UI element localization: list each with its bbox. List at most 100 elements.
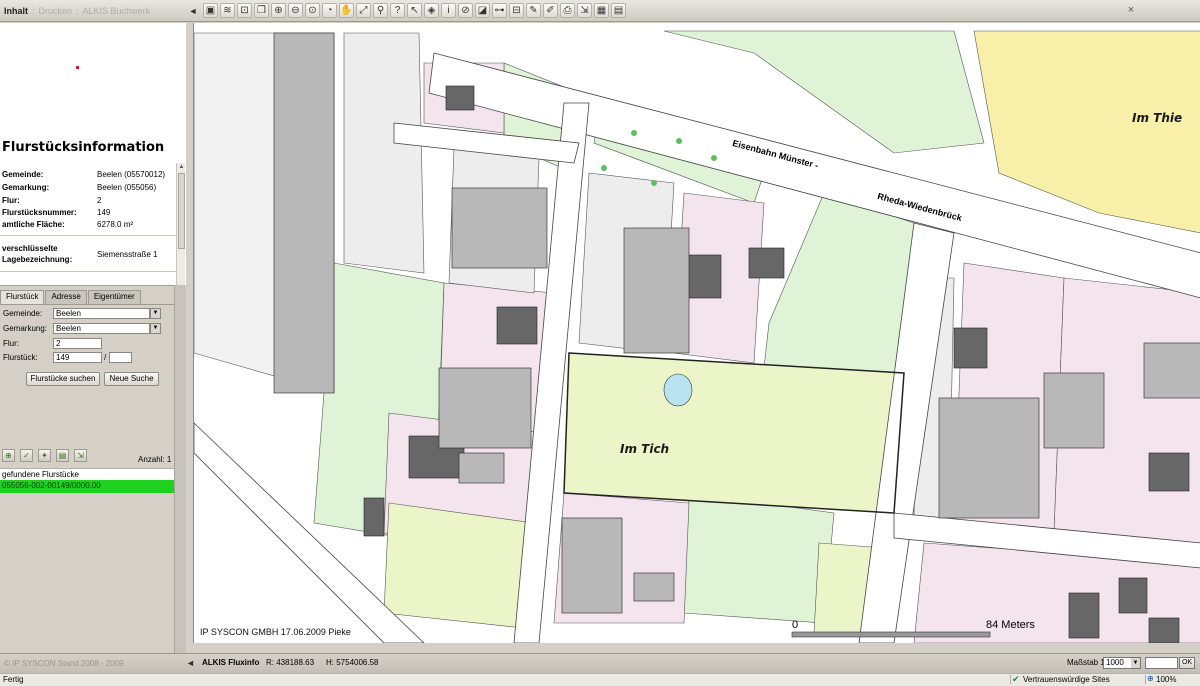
gemeinde-label: Gemeinde: [3, 309, 43, 318]
info-title: Flurstücksinformation [2, 140, 165, 155]
scrollbar-thumb[interactable] [178, 173, 185, 249]
results-panel: ⊕ ✓ ✦ ▤ ⇲ Anzahl: 1 gefundene Flurstücke… [0, 447, 174, 653]
zoom-in-icon[interactable]: ⊕ [271, 3, 286, 18]
panel-tabs: Inhalt : Drucken : ALKIS Buchwerk [0, 0, 186, 22]
zoom-extent-icon[interactable]: ⊙ [305, 3, 320, 18]
export-result-icon[interactable]: ⇲ [74, 449, 87, 462]
gemarkung-label: Gemarkung: [3, 324, 48, 333]
select-result-icon[interactable]: ✓ [20, 449, 33, 462]
layers-icon[interactable]: ≋ [220, 3, 235, 18]
security-zone[interactable]: Vertrauenswürdige Sites [1010, 675, 1110, 684]
flurstueck-denominator-input[interactable] [109, 352, 132, 363]
scale-value: 1000 [1106, 658, 1124, 667]
scale-input[interactable] [1145, 657, 1178, 669]
identify-icon[interactable]: ◈ [424, 3, 439, 18]
tab-adresse[interactable]: Adresse [45, 290, 87, 304]
query-icon[interactable]: ? [390, 3, 405, 18]
result-toolbar: ⊕ ✓ ✦ ▤ ⇲ [2, 449, 87, 462]
ok-button[interactable]: OK [1179, 657, 1195, 669]
info-key: Flur: [2, 196, 20, 205]
app-name: ALKIS Fluxinfo [202, 658, 260, 667]
zoom-level[interactable]: 100% [1145, 675, 1176, 684]
tab-separator: : [76, 6, 79, 16]
redline-icon[interactable]: ✎ [526, 3, 541, 18]
map-canvas[interactable]: Im Tich Im Thie Eisenbahn Münster - Rhed… [193, 23, 1200, 643]
tab-border [0, 304, 174, 305]
gemeinde-row: Gemeinde: Beelen ▼ [3, 308, 173, 320]
chevron-down-icon[interactable]: ▼ [150, 323, 161, 334]
fullscreen-icon[interactable]: ⤢ [356, 3, 371, 18]
close-icon[interactable]: × [1124, 3, 1138, 17]
panel-splitter[interactable] [174, 285, 186, 653]
scale-bar [791, 631, 991, 638]
select-icon[interactable]: ↖ [407, 3, 422, 18]
flurstueck-label: Flurstück: [3, 353, 38, 362]
footer-copyright: © IP SYSCON Stand 2008 - 2009 [4, 659, 124, 668]
tab-flurstueck[interactable]: Flurstück [0, 290, 45, 304]
tab-alkis-buchwerk[interactable]: ALKIS Buchwerk [83, 6, 151, 16]
chevron-down-icon[interactable]: ▼ [1131, 658, 1140, 668]
flurstueck-separator: / [104, 353, 107, 362]
parcel [343, 32, 425, 274]
result-row[interactable]: 055056-002-00149/0000.00 [0, 480, 174, 493]
flur-row: Flur: 2 [3, 338, 173, 350]
building [748, 247, 785, 279]
measure-area-icon[interactable]: ⊟ [509, 3, 524, 18]
status-bar: © IP SYSCON Stand 2008 - 2009 ◄ ALKIS Fl… [0, 653, 1200, 673]
window-icon[interactable]: ▦ [594, 3, 609, 18]
ancillary-building [273, 32, 335, 394]
ancillary-building [438, 367, 532, 449]
eraser-icon[interactable]: ◪ [475, 3, 490, 18]
tab-drucken[interactable]: Drucken [39, 6, 73, 16]
flur-input[interactable]: 2 [53, 338, 102, 349]
browser-status-text: Fertig [3, 675, 24, 684]
binoculars-icon[interactable]: ⚲ [373, 3, 388, 18]
collapse-status-icon[interactable]: ◄ [186, 658, 195, 668]
search-flurstuecke-button[interactable]: Flurstücke suchen [26, 372, 100, 386]
bookmark-icon[interactable]: ▤ [611, 3, 626, 18]
ancillary-building [938, 397, 1040, 519]
clear-icon[interactable]: ⊘ [458, 3, 473, 18]
results-header: gefundene Flurstücke [0, 468, 174, 480]
tab-inhalt[interactable]: Inhalt [4, 6, 28, 16]
coordinate-h: H: 5754006.58 [326, 658, 379, 667]
gemeinde-select[interactable]: Beelen [53, 308, 150, 319]
new-search-button[interactable]: Neue Suche [104, 372, 159, 386]
chevron-down-icon[interactable]: ▼ [150, 308, 161, 319]
scale-select[interactable]: 1000 ▼ [1103, 657, 1141, 669]
flurstueck-numerator-input[interactable]: 149 [53, 352, 102, 363]
export-icon[interactable]: ⇲ [577, 3, 592, 18]
info-key: Lagebezeichnung: [2, 255, 73, 264]
highlighter-icon[interactable]: ✐ [543, 3, 558, 18]
overview-position-marker [76, 66, 79, 69]
zoom-to-result-icon[interactable]: ⊕ [2, 449, 15, 462]
info-icon[interactable]: i [441, 3, 456, 18]
tab-separator: : [32, 6, 35, 16]
zoom-out-icon[interactable]: ⊖ [288, 3, 303, 18]
info-scrollbar[interactable]: ▲ ▼ [176, 163, 185, 305]
tab-eigentuemer[interactable]: Eigentümer [87, 290, 141, 304]
pan-hand-icon[interactable]: ✋ [339, 3, 354, 18]
print-icon[interactable]: ⎙ [560, 3, 575, 18]
pond [663, 373, 693, 407]
collapse-panel-button[interactable]: ◄ [188, 4, 198, 18]
highlight-result-icon[interactable]: ✦ [38, 449, 51, 462]
gemarkung-select[interactable]: Beelen [53, 323, 150, 334]
zoom-previous-icon[interactable]: ◔ [322, 3, 337, 18]
flurstueck-row: Flurstück: 149 / [3, 352, 173, 364]
overview-icon[interactable]: ⊡ [237, 3, 252, 18]
ancillary-building [561, 517, 623, 614]
ancillary-building [1043, 372, 1105, 449]
measure-distance-icon[interactable]: ⊶ [492, 3, 507, 18]
browser-status-bar: Fertig ✔ Vertrauenswürdige Sites ⊕ 100% [0, 673, 1200, 686]
building [1068, 592, 1100, 639]
building [1118, 577, 1148, 614]
report-icon[interactable]: ▤ [56, 449, 69, 462]
overview-map [0, 23, 186, 133]
building [1148, 617, 1180, 643]
map-toolbar: ▣ ≋ ⊡ ❐ ⊕ ⊖ ⊙ ◔ ✋ ⤢ ⚲? ↖ ◈ i ⊘ ◪ ⊶ ⊟ ✎ ✐ ⎙ ⇲ ▦ ▤ [203, 3, 626, 19]
ancillary-building [633, 572, 675, 602]
scroll-up-icon[interactable]: ▲ [177, 163, 186, 172]
copy-icon[interactable]: ❐ [254, 3, 269, 18]
print-map-icon[interactable]: ▣ [203, 3, 218, 18]
